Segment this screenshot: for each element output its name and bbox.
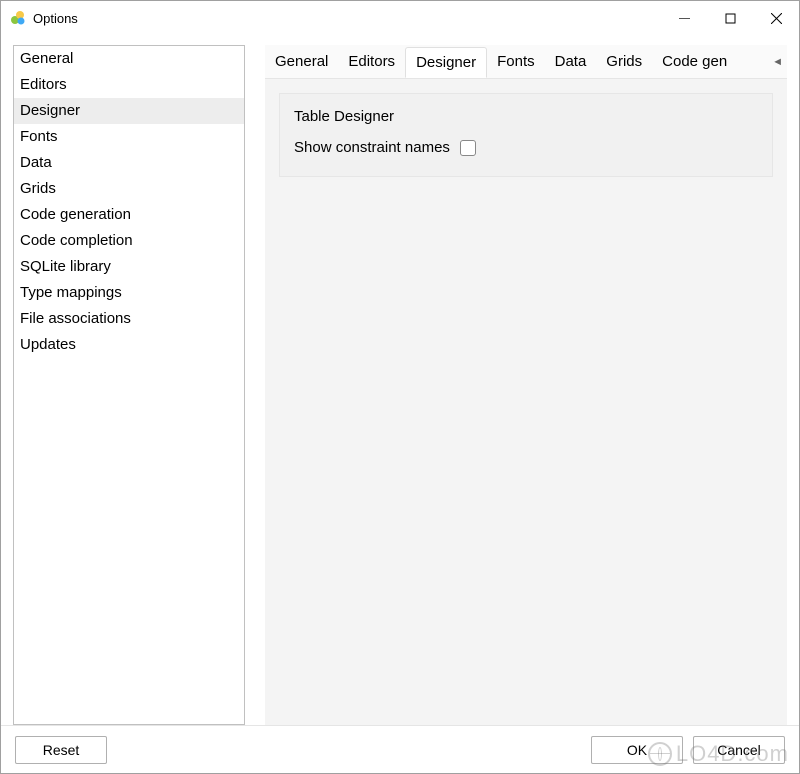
window-title: Options bbox=[33, 11, 78, 26]
sidebar-item-sqlite-library[interactable]: SQLite library bbox=[14, 254, 244, 280]
show-constraint-names-label: Show constraint names bbox=[294, 139, 450, 156]
tab-scroll-left-icon[interactable]: ◄ bbox=[768, 56, 787, 68]
show-constraint-names-checkbox[interactable] bbox=[460, 140, 476, 156]
maximize-button[interactable] bbox=[707, 1, 753, 35]
sidebar-item-editors[interactable]: Editors bbox=[14, 72, 244, 98]
sidebar-item-code-generation[interactable]: Code generation bbox=[14, 202, 244, 228]
table-designer-group: Table Designer Show constraint names bbox=[279, 93, 773, 177]
reset-button[interactable]: Reset bbox=[15, 736, 107, 764]
close-button[interactable] bbox=[753, 1, 799, 35]
sidebar-item-type-mappings[interactable]: Type mappings bbox=[14, 280, 244, 306]
window-controls bbox=[661, 1, 799, 35]
sidebar-item-general[interactable]: General bbox=[14, 46, 244, 72]
tab-fonts[interactable]: Fonts bbox=[487, 47, 545, 76]
group-title: Table Designer bbox=[294, 108, 758, 125]
category-sidebar: GeneralEditorsDesignerFontsDataGridsCode… bbox=[13, 45, 245, 725]
sidebar-item-file-associations[interactable]: File associations bbox=[14, 306, 244, 332]
ok-button[interactable]: OK bbox=[591, 736, 683, 764]
tab-code-gen[interactable]: Code gen bbox=[652, 47, 737, 76]
options-window: Options GeneralEditorsDesignerFontsDataG… bbox=[0, 0, 800, 774]
sidebar-item-grids[interactable]: Grids bbox=[14, 176, 244, 202]
tab-data[interactable]: Data bbox=[545, 47, 597, 76]
tab-general[interactable]: General bbox=[265, 47, 338, 76]
tabs-bar: GeneralEditorsDesignerFontsDataGridsCode… bbox=[265, 45, 787, 79]
footer: Reset OK Cancel bbox=[1, 725, 799, 773]
tab-editors[interactable]: Editors bbox=[338, 47, 405, 76]
sidebar-item-fonts[interactable]: Fonts bbox=[14, 124, 244, 150]
window-body: GeneralEditorsDesignerFontsDataGridsCode… bbox=[1, 35, 799, 725]
titlebar: Options bbox=[1, 1, 799, 35]
sidebar-item-designer[interactable]: Designer bbox=[14, 98, 244, 124]
sidebar-item-code-completion[interactable]: Code completion bbox=[14, 228, 244, 254]
app-icon bbox=[9, 9, 27, 27]
cancel-button[interactable]: Cancel bbox=[693, 736, 785, 764]
designer-panel: Table Designer Show constraint names bbox=[265, 79, 787, 725]
show-constraint-names-row: Show constraint names bbox=[294, 139, 758, 156]
tab-grids[interactable]: Grids bbox=[596, 47, 652, 76]
content-area: GeneralEditorsDesignerFontsDataGridsCode… bbox=[265, 45, 787, 725]
sidebar-item-data[interactable]: Data bbox=[14, 150, 244, 176]
sidebar-item-updates[interactable]: Updates bbox=[14, 332, 244, 358]
tab-designer[interactable]: Designer bbox=[405, 47, 487, 78]
minimize-button[interactable] bbox=[661, 1, 707, 35]
